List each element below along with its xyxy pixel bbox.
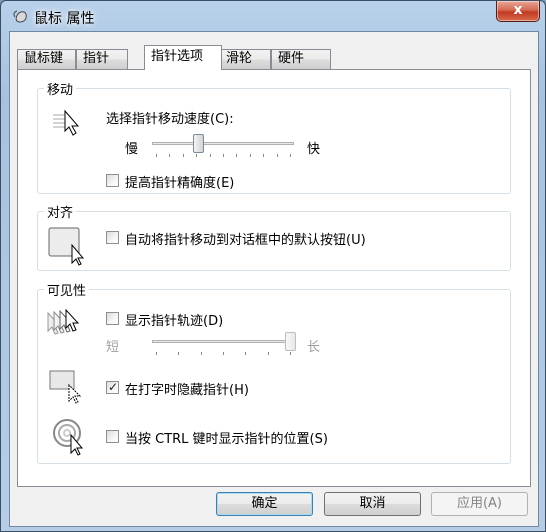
slider-tick [169,154,170,157]
precision-label[interactable]: 提高指针精确度(E) [125,172,234,191]
slider-tick [223,352,224,355]
snap-to-group: 对齐 自动将指针移动到对话框中的默认按钮(U) [37,202,511,271]
close-button[interactable]: x [496,1,540,22]
fast-pointer-icon [53,109,80,136]
locate-pointer-icon [53,419,84,456]
show-location-checkbox[interactable] [106,430,119,443]
speed-slider-thumb[interactable] [193,134,204,153]
pointer-options-panel: 移动 选择指针移动速度(C): 慢 快 提高指针精确度(E) 对齐 自动将指针移… [17,69,531,487]
dialog-client: 鼠标键 指针 指针选项 滑轮 硬件 移动 选择指针移动速度(C): 慢 快 提高… [9,31,539,527]
speed-slider-ticks [156,154,291,158]
snap-to-button-icon [48,227,85,266]
slider-tick [290,154,291,157]
trail-length-ticks [156,352,291,356]
tab-label: 鼠标键 [24,51,64,66]
motion-group-label: 移动 [44,79,77,98]
slider-tick [223,154,224,157]
tab-pointers[interactable]: 指针 [76,49,128,69]
slow-label: 慢 [125,142,139,157]
mouse-icon [13,10,27,23]
slider-tick [268,352,269,355]
show-location-label[interactable]: 当按 CTRL 键时显示指针的位置(S) [125,428,328,447]
pointer-trails-icon [47,309,80,335]
mouse-properties-window: 鼠标 属性 x 鼠标键 指针 指针选项 滑轮 硬件 移动 选择指针移动速度(C)… [0,0,546,532]
tab-label: 指针选项 [151,49,204,64]
short-label: 短 [106,340,120,355]
window-title: 鼠标 属性 [34,11,95,27]
auto-snap-checkbox[interactable] [106,231,119,244]
tab-label: 指针 [83,51,110,66]
hide-while-typing-label[interactable]: 在打字时隐藏指针(H) [125,379,249,398]
slider-tick [250,154,251,157]
hide-while-typing-checkbox[interactable]: ✓ [106,380,119,394]
checkmark-icon: ✓ [108,380,119,394]
apply-button[interactable]: 应用(A) [431,492,528,516]
slider-tick [236,154,237,157]
tab-hardware[interactable]: 硬件 [271,49,331,69]
trail-length-track [152,340,294,343]
slider-tick [245,352,246,355]
tab-label: 滑轮 [226,51,253,66]
motion-group: 移动 选择指针移动速度(C): 慢 快 提高指针精确度(E) [37,79,511,194]
cancel-button[interactable]: 取消 [324,492,421,516]
slider-tick [183,154,184,157]
tab-label: 硬件 [278,51,305,66]
precision-checkbox[interactable] [106,174,119,187]
pointer-trails-label[interactable]: 显示指针轨迹(D) [125,310,223,329]
visibility-group: 可见性 显示指针轨迹(D) 短 长 ✓ 在打字时隐藏指针(H) 当按 CTRL … [37,280,511,464]
trail-length-thumb[interactable] [285,332,296,351]
close-icon: x [513,2,523,18]
tab-wheel[interactable]: 滑轮 [219,49,271,69]
fast-label: 快 [307,142,321,157]
snap-to-group-label: 对齐 [44,202,77,221]
visibility-group-label: 可见性 [44,280,90,299]
ok-button[interactable]: 确定 [216,492,313,516]
slider-tick [156,154,157,157]
long-label: 长 [307,340,321,355]
auto-snap-label[interactable]: 自动将指针移动到对话框中的默认按钮(U) [125,229,366,248]
title-bar[interactable]: 鼠标 属性 x [1,1,545,31]
slider-tick [201,352,202,355]
tab-pointer-options[interactable]: 指针选项 [144,45,222,70]
slider-tick [277,154,278,157]
slider-tick [263,154,264,157]
slider-tick [290,352,291,355]
slider-tick [156,352,157,355]
slider-tick [178,352,179,355]
tab-buttons[interactable]: 鼠标键 [17,49,76,69]
slider-tick [210,154,211,157]
pointer-trails-checkbox[interactable] [106,312,119,325]
hide-pointer-icon [49,370,82,404]
speed-label: 选择指针移动速度(C): [106,112,234,127]
slider-tick [196,154,197,157]
speed-slider-track [152,142,294,145]
